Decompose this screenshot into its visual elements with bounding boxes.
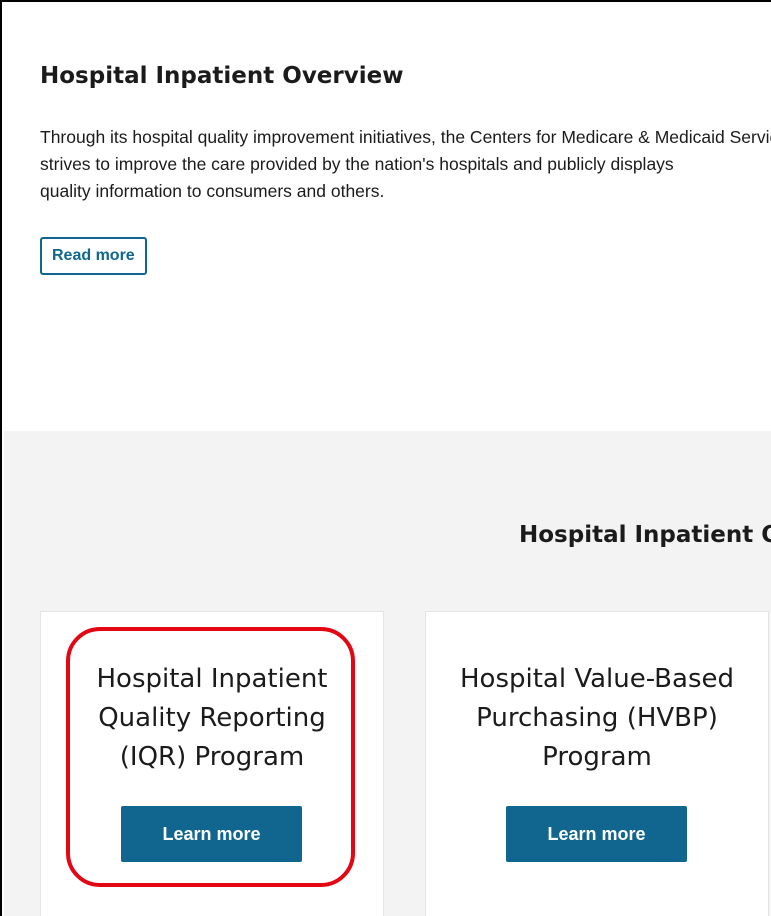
programs-section: Hospital Inpatient Quality Programs Hosp… xyxy=(4,431,771,916)
overview-heading: Hospital Inpatient Overview xyxy=(40,63,404,89)
page-frame: Hospital Inpatient Overview Through its … xyxy=(0,0,771,916)
overview-description-line: quality information to consumers and oth… xyxy=(40,181,385,201)
overview-section: Hospital Inpatient Overview Through its … xyxy=(4,4,771,431)
learn-more-button-iqr[interactable]: Learn more xyxy=(121,806,302,862)
program-card-title-line: Program xyxy=(542,742,652,772)
program-card-hvbp: Hospital Value-Based Purchasing (HVBP) P… xyxy=(425,611,769,916)
program-card-title-line: Quality Reporting xyxy=(98,703,326,733)
program-card-iqr: Hospital Inpatient Quality Reporting (IQ… xyxy=(40,611,384,916)
overview-description: Through its hospital quality improvement… xyxy=(40,124,771,205)
overview-description-line: strives to improve the care provided by … xyxy=(40,154,674,174)
learn-more-button-hvbp[interactable]: Learn more xyxy=(506,806,687,862)
overview-description-line: Through its hospital quality improvement… xyxy=(40,127,771,147)
program-card-title: Hospital Value-Based Purchasing (HVBP) P… xyxy=(426,660,768,777)
program-card-title-line: (IQR) Program xyxy=(119,742,305,772)
program-card-title-line: Purchasing (HVBP) xyxy=(476,703,718,733)
read-more-button[interactable]: Read more xyxy=(40,237,147,275)
program-card-title-line: Hospital Value-Based xyxy=(459,664,734,694)
programs-heading: Hospital Inpatient Quality Programs xyxy=(519,522,771,548)
program-card-title-line: Hospital Inpatient xyxy=(96,664,328,694)
program-card-title: Hospital Inpatient Quality Reporting (IQ… xyxy=(41,660,383,777)
